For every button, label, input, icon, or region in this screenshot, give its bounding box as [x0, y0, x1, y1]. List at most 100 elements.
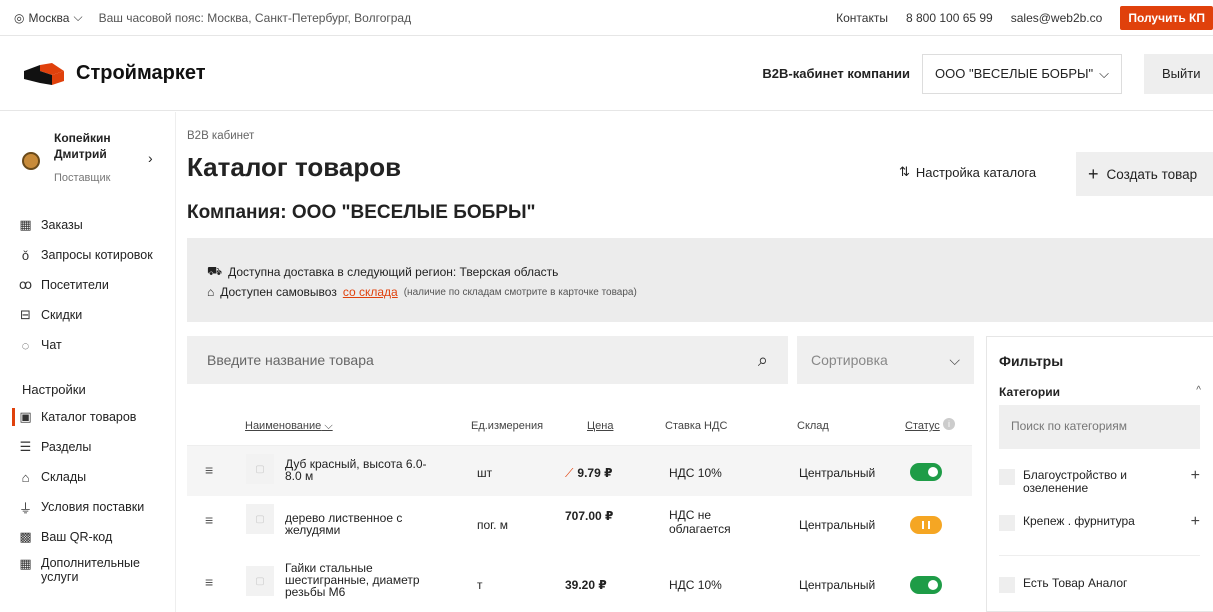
catalog-icon: ▣ [19, 409, 32, 424]
timezone-text: Ваш часовой пояс: Москва, Санкт-Петербур… [98, 10, 412, 25]
table-header: Наименование ⌵ Ед.измерения Цена Ставка … [187, 408, 972, 446]
product-vat: НДС 10% [669, 578, 722, 592]
categories-label[interactable]: Категории [999, 385, 1060, 399]
plus-icon: + [1088, 163, 1099, 184]
status-toggle[interactable] [910, 576, 942, 594]
user-role: Поставщик [54, 172, 111, 184]
chevron-up-icon[interactable]: ^ [1196, 385, 1201, 396]
settings-menu: ▣ Каталог товаров ☰ Разделы ⌂ Склады ⏚ У… [12, 402, 178, 588]
logout-button[interactable]: Выйти [1144, 53, 1213, 94]
company-select[interactable]: ООО "ВЕСЕЛЫЕ БОБРЫ" ⌵ [922, 53, 1122, 94]
quotes-icon: ǒ [21, 247, 30, 263]
breadcrumb[interactable]: B2B кабинет [187, 130, 254, 142]
filter-item[interactable]: Есть Товар Аналог [999, 577, 1200, 593]
product-thumbnail: ▢ [246, 454, 274, 484]
filter-checkbox[interactable] [999, 469, 1015, 485]
product-unit: пог. м [477, 518, 509, 532]
filters-heading: Фильтры [999, 353, 1064, 369]
sort-settings-icon: ⇅ [899, 164, 910, 179]
delivery-terms-icon: ⏚ [18, 500, 32, 516]
company-select-value: ООО "ВЕСЕЛЫЕ БОБРЫ" [935, 66, 1094, 81]
product-vat: НДС не облагается [669, 508, 731, 536]
product-price: 707.00 ₽ [565, 509, 614, 523]
table-row[interactable]: ≡ ▢ Дуб красный, высота 6.0-8.0 м шт ⟋ 9… [187, 446, 972, 496]
product-warehouse: Центральный [799, 466, 876, 480]
search-icon[interactable]: ⌕ [758, 350, 768, 371]
pickup-info-line: ⌂ Доступен самовывоз со склада (наличие … [207, 285, 637, 299]
expand-plus-icon[interactable]: + [1191, 468, 1200, 495]
pause-icon [922, 521, 930, 529]
chevron-down-icon: ⌵ [949, 351, 960, 368]
chevron-down-icon: ⌵ [1099, 65, 1109, 81]
truck-icon: ⛟ [207, 264, 223, 278]
city-selector[interactable]: ◎ Москва ⌵ [14, 10, 83, 25]
sidebar-item-discounts[interactable]: ⊟ Скидки [18, 300, 178, 330]
product-name[interactable]: Дуб красный, высота 6.0-8.0 м [285, 458, 435, 482]
filter-item[interactable]: Крепеж . фурнитура + [999, 514, 1200, 531]
sort-select[interactable]: Сортировка ⌵ [797, 336, 974, 384]
table-row[interactable]: ≡ ▢ дерево лиственное с желудями пог. м … [187, 496, 972, 550]
status-toggle-paused[interactable] [910, 516, 942, 534]
col-name-header[interactable]: Наименование ⌵ [245, 420, 333, 433]
drag-handle-icon[interactable]: ≡ [205, 512, 213, 528]
sidebar-item-chat[interactable]: ◌ Чат [18, 330, 178, 360]
col-status-header[interactable]: Статус [905, 420, 940, 432]
logo[interactable]: Строймаркет [22, 61, 206, 87]
avatar [22, 152, 40, 170]
product-warehouse: Центральный [799, 578, 876, 592]
sidebar-item-quotes[interactable]: ǒ Запросы котировок [18, 240, 178, 270]
table-row[interactable]: ≡ ▢ Гайки стальные шестигранные, диаметр… [187, 550, 972, 610]
warehouse-icon: ⌂ [21, 469, 30, 485]
filter-item[interactable]: Благоустройство и озеленение + [999, 468, 1200, 495]
contacts-link[interactable]: Контакты [836, 11, 888, 25]
chevron-right-icon: › [148, 150, 153, 166]
drag-handle-icon[interactable]: ≡ [205, 574, 213, 590]
city-label: Москва [28, 10, 70, 25]
filter-checkbox[interactable] [999, 515, 1015, 531]
header: Строймаркет B2B-кабинет компании ООО "ВЕ… [0, 37, 1213, 111]
services-icon: ▦ [19, 555, 32, 571]
sidebar-item-visitors[interactable]: ꝏ Посетители [18, 270, 178, 300]
product-thumbnail: ▢ [246, 504, 274, 534]
delivery-info-line: ⛟ Доступна доставка в следующий регион: … [207, 264, 559, 279]
sidebar-item-catalog[interactable]: ▣ Каталог товаров [12, 402, 178, 432]
catalog-settings-button[interactable]: ⇅ Настройка каталога [899, 164, 1036, 180]
col-unit-header: Ед.измерения [471, 420, 544, 432]
product-price: 39.20 ₽ [565, 578, 607, 592]
sidebar-item-sections[interactable]: ☰ Разделы [18, 432, 178, 462]
product-unit: шт [477, 466, 493, 480]
col-vat-header: Ставка НДС [665, 420, 728, 432]
sidebar-item-qr[interactable]: ▩ Ваш QR-код [18, 522, 178, 552]
product-name[interactable]: Гайки стальные шестигранные, диаметр рез… [285, 562, 445, 598]
create-product-button[interactable]: + Создать товар [1076, 152, 1213, 196]
category-search-input[interactable]: Поиск по категориям [999, 405, 1200, 449]
sidebar-item-orders[interactable]: ▦ Заказы [18, 210, 178, 240]
products-table: Наименование ⌵ Ед.измерения Цена Ставка … [187, 408, 972, 610]
sections-icon: ☰ [19, 439, 32, 454]
status-toggle[interactable] [910, 463, 942, 481]
email-link[interactable]: sales@web2b.co [1011, 11, 1103, 25]
product-search-input[interactable]: Введите название товара ⌕ [187, 336, 788, 384]
sidebar-item-warehouses[interactable]: ⌂ Склады [18, 462, 178, 492]
info-icon[interactable]: i [943, 418, 955, 430]
product-warehouse: Центральный [799, 518, 876, 532]
filter-checkbox[interactable] [999, 577, 1015, 593]
drag-handle-icon[interactable]: ≡ [205, 462, 213, 478]
chat-icon: ◌ [21, 337, 30, 353]
price-trend-icon: ⟋ [565, 466, 574, 480]
col-warehouse-header: Склад [797, 420, 829, 432]
location-pin-icon: ◎ [14, 10, 25, 25]
main-menu: ▦ Заказы ǒ Запросы котировок ꝏ Посетител… [18, 210, 178, 360]
sidebar-item-delivery-terms[interactable]: ⏚ Условия поставки [18, 492, 178, 522]
qr-icon: ▩ [19, 529, 32, 544]
filters-panel: Фильтры Категории ^ Поиск по категориям … [986, 336, 1213, 612]
get-kp-button[interactable]: Получить КП [1120, 5, 1213, 30]
phone-link[interactable]: 8 800 100 65 99 [906, 11, 993, 25]
pickup-warehouse-link[interactable]: со склада [343, 285, 398, 299]
b2b-label: B2B-кабинет компании [762, 66, 911, 81]
sidebar-item-services[interactable]: ▦ Дополнительные услуги [18, 552, 178, 588]
col-price-header[interactable]: Цена [587, 420, 613, 432]
expand-plus-icon[interactable]: + [1191, 514, 1200, 531]
product-name[interactable]: дерево лиственное с желудями [285, 512, 435, 536]
product-price: ⟋ 9.79 ₽ [565, 466, 613, 480]
